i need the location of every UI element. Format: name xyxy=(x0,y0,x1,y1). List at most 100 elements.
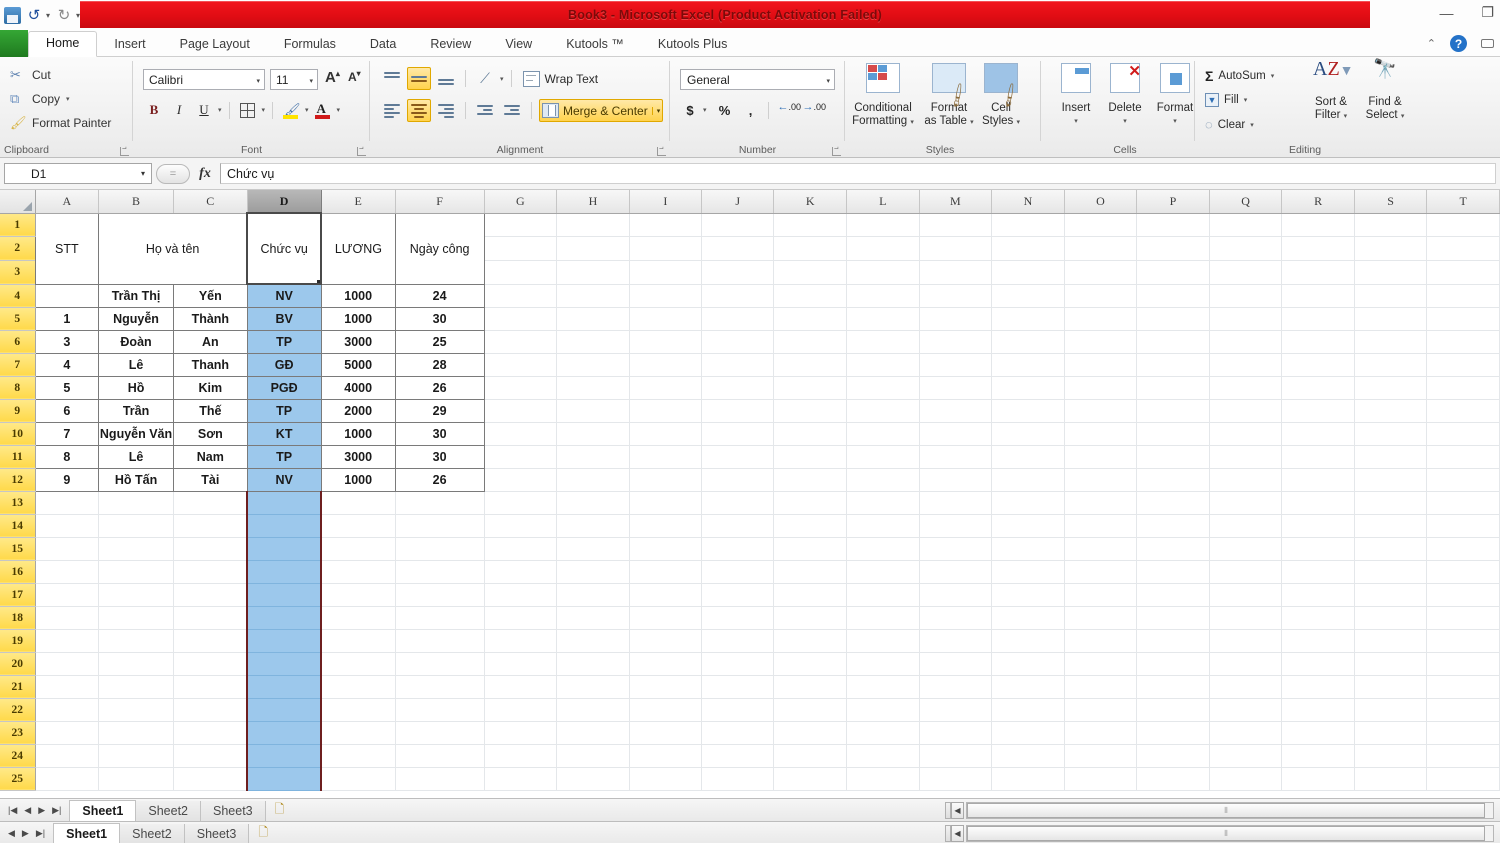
cell-K24[interactable] xyxy=(773,744,848,768)
cell-K7[interactable] xyxy=(773,353,848,377)
cell-K13[interactable] xyxy=(773,491,848,515)
cell-Q3[interactable] xyxy=(1209,260,1283,285)
cell-J13[interactable] xyxy=(701,491,775,515)
cell-Q21[interactable] xyxy=(1209,675,1283,699)
cell-R5[interactable] xyxy=(1281,307,1355,331)
cell-D13-selected[interactable] xyxy=(246,490,323,515)
cell-K15[interactable] xyxy=(773,537,848,561)
cell-A8-stt[interactable]: 5 xyxy=(34,375,100,400)
cell-A21[interactable] xyxy=(35,675,100,699)
column-header-K[interactable]: K xyxy=(773,190,848,214)
cell-I21[interactable] xyxy=(629,675,703,699)
cell-G2[interactable] xyxy=(484,236,558,261)
accounting-caret-icon[interactable]: ▾ xyxy=(703,106,707,114)
column-header-J[interactable]: J xyxy=(701,190,775,214)
cell-M4[interactable] xyxy=(919,284,993,308)
cell-T3[interactable] xyxy=(1426,260,1500,285)
cell-A23[interactable] xyxy=(35,721,100,745)
cell-P14[interactable] xyxy=(1136,514,1210,538)
cell-P21[interactable] xyxy=(1136,675,1210,699)
row-header-24[interactable]: 24 xyxy=(0,744,36,768)
cell-P7[interactable] xyxy=(1136,353,1210,377)
cell-Q18[interactable] xyxy=(1209,606,1283,630)
cell-T4[interactable] xyxy=(1426,284,1500,308)
cell-I10[interactable] xyxy=(629,422,703,446)
cell-E5-luong[interactable]: 1000 xyxy=(320,306,396,331)
cell-O21[interactable] xyxy=(1064,675,1138,699)
cell-L19[interactable] xyxy=(846,629,920,653)
cell-E24[interactable] xyxy=(321,744,396,768)
font-name-input[interactable]: Calibri ▾ xyxy=(143,69,265,90)
row-header-17[interactable]: 17 xyxy=(0,583,36,607)
cell-P15[interactable] xyxy=(1136,537,1210,561)
cell-R17[interactable] xyxy=(1281,583,1355,607)
cell-N23[interactable] xyxy=(991,721,1065,745)
cell-M13[interactable] xyxy=(919,491,993,515)
cell-A7-stt[interactable]: 4 xyxy=(34,352,100,377)
increase-indent-button[interactable] xyxy=(500,99,524,122)
cell-K1[interactable] xyxy=(773,213,848,237)
cell-L17[interactable] xyxy=(846,583,920,607)
cell-J20[interactable] xyxy=(701,652,775,676)
new-sheet-icon[interactable]: 🗋 xyxy=(266,798,294,823)
cell-D12-chuc-vu[interactable]: NV xyxy=(246,467,322,492)
cell-D14-selected[interactable] xyxy=(246,513,323,538)
cell-T21[interactable] xyxy=(1426,675,1500,699)
cell-I25[interactable] xyxy=(629,767,703,791)
cell-D21-selected[interactable] xyxy=(246,674,323,699)
cell-N15[interactable] xyxy=(991,537,1065,561)
cell-C6-ten[interactable]: An xyxy=(173,329,248,354)
nav-last-sheet-icon-2[interactable]: ▶| xyxy=(34,828,47,839)
cell-K14[interactable] xyxy=(773,514,848,538)
row-header-10[interactable]: 10 xyxy=(0,422,36,446)
cell-E8-luong[interactable]: 4000 xyxy=(320,375,396,400)
cell-L3[interactable] xyxy=(846,260,920,285)
cell-R19[interactable] xyxy=(1281,629,1355,653)
cell-C21[interactable] xyxy=(173,675,248,699)
cell-D16-selected[interactable] xyxy=(246,559,323,584)
cell-E9-luong[interactable]: 2000 xyxy=(320,398,396,423)
cell-B14[interactable] xyxy=(98,514,174,538)
cell-J15[interactable] xyxy=(701,537,775,561)
cell-O10[interactable] xyxy=(1064,422,1138,446)
cell-A14[interactable] xyxy=(35,514,100,538)
cell-P2[interactable] xyxy=(1136,236,1210,261)
cell-M21[interactable] xyxy=(919,675,993,699)
cell-F21[interactable] xyxy=(395,675,485,699)
cell-B22[interactable] xyxy=(98,698,174,722)
cell-A6-stt[interactable]: 3 xyxy=(34,329,100,354)
cell-M11[interactable] xyxy=(919,445,993,469)
cell-G23[interactable] xyxy=(484,721,558,745)
cell-T20[interactable] xyxy=(1426,652,1500,676)
cell-H16[interactable] xyxy=(556,560,630,584)
cell-B11-ho[interactable]: Lê xyxy=(98,444,174,469)
new-sheet-icon-2[interactable]: 🗋 xyxy=(249,821,277,843)
cell-O5[interactable] xyxy=(1064,307,1138,331)
cell-F10-ngay-cong[interactable]: 30 xyxy=(394,421,485,446)
row-header-25[interactable]: 25 xyxy=(0,767,36,791)
cell-K3[interactable] xyxy=(773,260,848,285)
cell-L14[interactable] xyxy=(846,514,920,538)
cell-F13[interactable] xyxy=(395,491,485,515)
cell-L2[interactable] xyxy=(846,236,920,261)
cell-I24[interactable] xyxy=(629,744,703,768)
cell-P9[interactable] xyxy=(1136,399,1210,423)
copy-caret-icon[interactable]: ▾ xyxy=(66,95,70,103)
ribbon-tab-page-layout[interactable]: Page Layout xyxy=(163,33,267,57)
cell-O3[interactable] xyxy=(1064,260,1138,285)
merge-center-caret-icon[interactable]: ▾ xyxy=(651,106,660,115)
cell-G20[interactable] xyxy=(484,652,558,676)
percent-format-button[interactable]: % xyxy=(717,99,733,121)
cell-N2[interactable] xyxy=(991,236,1065,261)
scroll-thumb-2[interactable]: ⦀ xyxy=(967,826,1485,841)
cell-N8[interactable] xyxy=(991,376,1065,400)
cut-button[interactable]: ✂ Cut xyxy=(10,67,51,83)
cell-H23[interactable] xyxy=(556,721,630,745)
clear-button[interactable]: ◌ Clear ▾ xyxy=(1205,117,1254,132)
merge-and-center-button[interactable]: Merge & Center ▾ xyxy=(539,99,664,122)
cell-O19[interactable] xyxy=(1064,629,1138,653)
scroll-track[interactable]: ⦀ xyxy=(966,802,1494,819)
cell-C16[interactable] xyxy=(173,560,248,584)
cell-H20[interactable] xyxy=(556,652,630,676)
cell-F24[interactable] xyxy=(395,744,485,768)
